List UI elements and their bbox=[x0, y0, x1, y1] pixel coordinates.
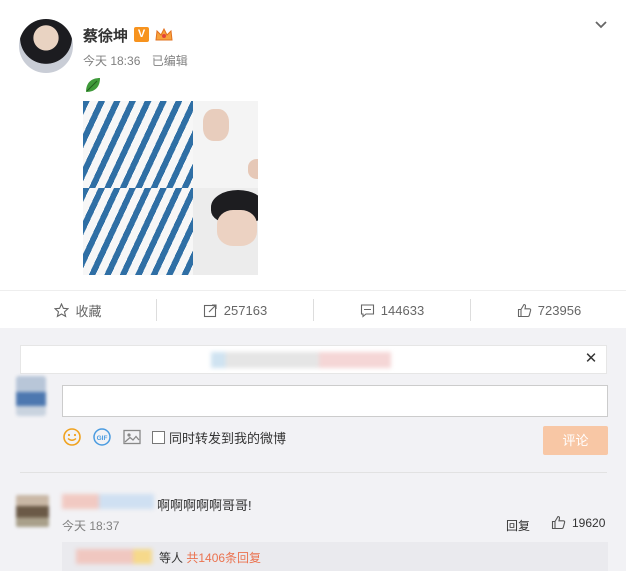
reply-button[interactable]: 回复 bbox=[506, 517, 530, 534]
replies-prefix: 等人 bbox=[159, 551, 184, 565]
chevron-down-icon[interactable] bbox=[593, 17, 609, 33]
current-user-avatar bbox=[16, 376, 46, 416]
repost-checkbox-label[interactable]: 同时转发到我的微博 bbox=[169, 428, 286, 447]
image-content bbox=[203, 109, 229, 141]
repost-count: 257163 bbox=[223, 302, 268, 318]
thumbs-up-icon bbox=[517, 303, 532, 317]
comment-input[interactable] bbox=[62, 385, 608, 417]
post-image-2[interactable] bbox=[83, 188, 258, 275]
leaf-emoji-icon bbox=[86, 78, 100, 92]
gif-icon[interactable]: GIF bbox=[92, 427, 112, 447]
like-button[interactable]: 723956 bbox=[471, 291, 626, 329]
replies-text: 等人 共1406条回复 bbox=[159, 549, 261, 566]
comment-icon bbox=[360, 303, 374, 318]
svg-text:GIF: GIF bbox=[97, 435, 108, 442]
comment-time: 今天 18:37 bbox=[62, 519, 120, 533]
composer-tools: GIF 同时转发到我的微博 bbox=[62, 426, 286, 448]
author-name[interactable]: 蔡徐坤 bbox=[83, 25, 128, 46]
commenter-avatar[interactable] bbox=[16, 495, 49, 527]
edited-label[interactable]: 已编辑 bbox=[152, 54, 188, 68]
star-icon bbox=[54, 302, 70, 318]
repost-button[interactable]: 257163 bbox=[157, 291, 313, 329]
emoji-icon[interactable] bbox=[62, 427, 82, 447]
repost-icon bbox=[203, 303, 217, 317]
favorite-button[interactable]: 收藏 bbox=[0, 291, 156, 329]
view-replies-link[interactable]: 共1406条回复 bbox=[186, 551, 261, 565]
notice-banner: ✕ bbox=[20, 345, 607, 374]
comment-text: 啊啊啊啊啊哥哥! bbox=[157, 498, 252, 513]
image-content bbox=[83, 188, 193, 275]
author-avatar[interactable] bbox=[19, 19, 73, 73]
favorite-label: 收藏 bbox=[75, 303, 102, 319]
post-action-bar: 收藏 257163 144633 723956 bbox=[0, 290, 626, 328]
image-icon[interactable] bbox=[122, 427, 142, 447]
image-content bbox=[248, 159, 258, 179]
replier-names-blurred bbox=[76, 549, 152, 564]
post-time[interactable]: 今天 18:36 bbox=[83, 54, 140, 68]
weibo-post: 蔡徐坤 V 今天 18:36 已编辑 bbox=[0, 0, 626, 290]
thumbs-up-icon bbox=[551, 515, 566, 530]
comment-like-count: 19620 bbox=[572, 515, 606, 530]
close-icon[interactable]: ✕ bbox=[584, 351, 598, 366]
comment-section: ✕ GIF 同时转发到我的微博 评论 啊啊啊啊啊哥哥! 今天 18:37 回复 bbox=[0, 328, 626, 571]
commenter-name-blurred[interactable] bbox=[62, 494, 154, 509]
blurred-notice-text bbox=[211, 352, 391, 368]
repost-checkbox[interactable] bbox=[152, 430, 165, 444]
replies-summary: 等人 共1406条回复 bbox=[62, 542, 608, 571]
comment-like-button[interactable]: 19620 bbox=[551, 515, 605, 530]
post-image-1[interactable] bbox=[83, 101, 258, 188]
post-meta: 今天 18:36 已编辑 bbox=[83, 52, 196, 69]
like-count: 723956 bbox=[537, 302, 582, 318]
image-content bbox=[217, 210, 257, 246]
comment-count: 144633 bbox=[380, 302, 425, 318]
image-content bbox=[83, 101, 193, 188]
submit-comment-button[interactable]: 评论 bbox=[543, 426, 608, 455]
verified-badge-icon: V bbox=[134, 27, 149, 42]
divider bbox=[20, 472, 607, 473]
comment-button-tab[interactable]: 144633 bbox=[314, 291, 470, 329]
vip-crown-icon bbox=[155, 27, 173, 41]
